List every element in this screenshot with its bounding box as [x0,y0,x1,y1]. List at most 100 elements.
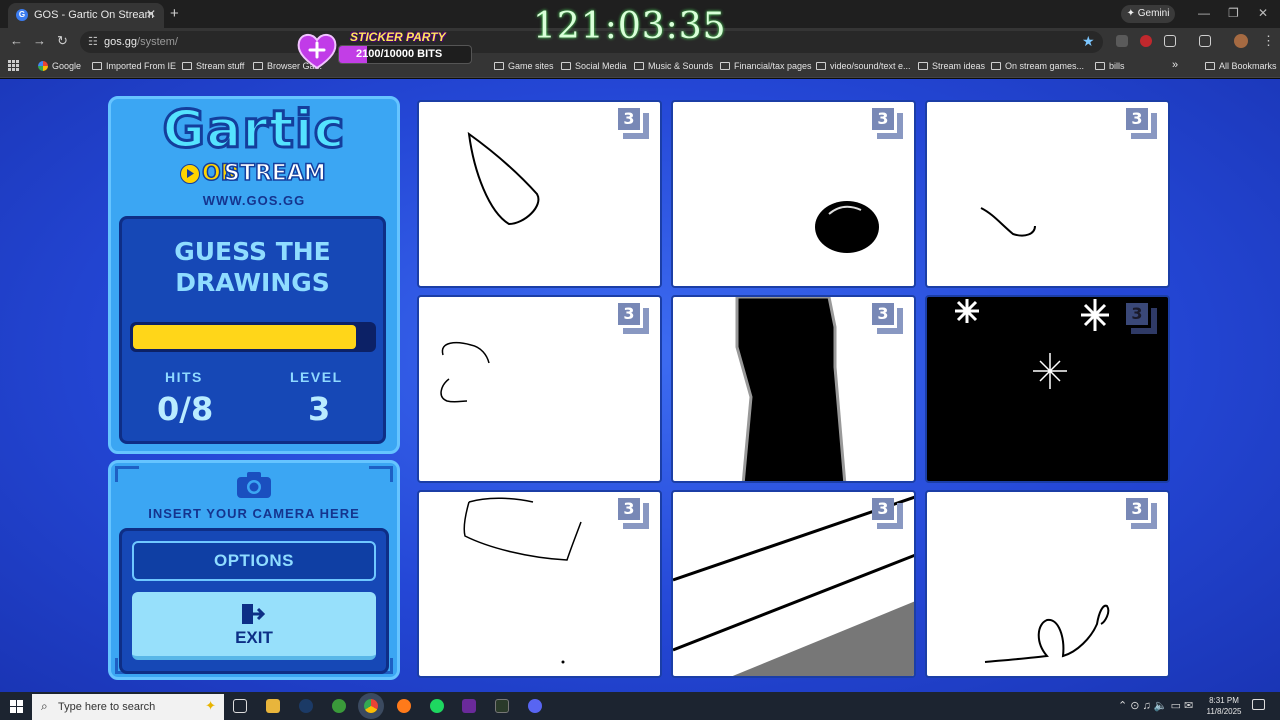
spotify-icon[interactable] [430,699,444,713]
forward-icon[interactable]: → [33,33,46,48]
bookmark-google[interactable]: Google [38,61,81,71]
bookmark-stream-ideas[interactable]: Stream ideas [918,61,985,71]
reload-icon[interactable]: ↻ [57,33,68,49]
sticker-party-title: STICKER PARTY [350,30,446,44]
chrome-icon[interactable] [364,699,378,713]
drawing-cell[interactable]: 3 [671,100,916,288]
bookmark-video-sound-text[interactable]: video/sound/text e... [816,61,911,71]
drawing-cell[interactable]: 3 [925,490,1170,678]
search-placeholder: Type here to search [58,701,156,713]
bookmark-stream-stuff[interactable]: Stream stuff [182,61,244,71]
minimize-icon[interactable]: — [1198,6,1210,20]
notifications-icon[interactable] [1252,699,1265,710]
maximize-icon[interactable]: ❐ [1228,6,1239,20]
round-badge: 3 [1126,108,1162,142]
round-timer-fill [133,325,356,349]
bookmark-music-sounds[interactable]: Music & Sounds [634,61,713,71]
all-bookmarks[interactable]: All Bookmarks [1205,61,1277,71]
menu-kebab-icon[interactable]: ⋮ [1262,33,1275,49]
folder-icon [720,62,730,70]
more-bookmarks-chevron-icon[interactable]: » [1172,59,1178,71]
excel-like-icon[interactable] [495,699,509,713]
mode-title-line2: DRAWINGS [175,268,330,297]
new-tab-button[interactable]: + [170,5,179,22]
bookmark-game-sites[interactable]: Game sites [494,61,554,71]
round-badge: 3 [872,303,908,337]
folder-icon [816,62,826,70]
folder-icon [1095,62,1105,70]
sparkle-icon: ✦ [205,698,216,713]
close-window-icon[interactable]: ✕ [1258,6,1268,20]
bookmark-on-stream-games[interactable]: On stream games... [991,61,1084,71]
hits-value: 0/8 [157,390,214,428]
bookmark-bills[interactable]: bills [1095,61,1125,71]
exit-label: EXIT [235,628,273,647]
drawing-cell[interactable]: 3 [417,100,662,288]
discord-icon[interactable] [528,699,542,713]
file-explorer-icon[interactable] [266,699,280,713]
obs-next-icon[interactable] [462,699,476,713]
windows-start-icon[interactable] [10,700,23,713]
hits-label: HITS [165,369,203,385]
play-circle-icon [180,164,200,184]
round-badge: 3 [872,498,908,532]
url-domain: gos.gg [104,36,138,48]
folder-icon [991,62,1001,70]
apps-grid-icon[interactable] [8,60,19,71]
drawing-cell[interactable]: 3 [671,490,916,678]
extensions-puzzle-icon[interactable] [1164,35,1176,47]
exit-door-icon [242,604,265,624]
options-button[interactable]: OPTIONS [132,541,376,581]
back-icon[interactable]: ← [10,33,23,48]
bookmark-social-media[interactable]: Social Media [561,61,627,71]
gartic-favicon-icon: G [16,9,28,21]
taskbar-clock[interactable]: 8:31 PM 11/8/2025 [1204,695,1244,717]
system-tray[interactable]: ⌃ ⊙ ♫ 🔈 ▭ ✉ [1118,699,1193,712]
folder-icon [1205,62,1215,70]
site-info-icon[interactable]: ☷ [88,35,98,48]
camera-icon [237,472,271,498]
xbox-icon[interactable] [332,699,346,713]
camera-frame-corner [115,466,139,482]
folder-icon [253,62,263,70]
taskbar-search-box[interactable]: ⌕ Type here to search ✦ [32,694,224,720]
level-value: 3 [308,390,331,428]
folder-icon [561,62,571,70]
firefox-icon[interactable] [397,699,411,713]
stream-timer: 121:03:35 [533,6,727,47]
gartic-logo: Gartic [161,99,346,162]
bookmark-star-icon[interactable]: ★ [1082,33,1095,50]
drawing-cell[interactable]: 3 [417,295,662,483]
round-badge: 3 [618,108,654,142]
side-panel-icon[interactable] [1199,35,1211,47]
clock-time: 8:31 PM [1209,696,1239,705]
drawing-cell[interactable]: 3 [925,295,1170,483]
close-tab-icon[interactable]: ✕ [146,7,156,21]
camera-frame-corner [369,466,393,482]
browser-tab[interactable]: G GOS - Gartic On Stream ✕ [8,3,164,28]
round-badge: 3 [618,303,654,337]
bits-count: 2100/10000 BITS [356,48,443,60]
bookmark-financial-tax[interactable]: Financial/tax pages [720,61,812,71]
level-label: LEVEL [290,369,343,385]
drawing-cell[interactable]: 3 [671,295,916,483]
extension-red-icon[interactable] [1140,35,1152,47]
folder-icon [92,62,102,70]
folder-icon [494,62,504,70]
google-icon [38,61,48,71]
search-icon: ⌕ [41,699,48,713]
drawing-cell[interactable]: 3 [925,100,1170,288]
round-badge: 3 [1126,303,1162,337]
task-view-icon[interactable] [233,699,247,713]
extension-t-icon[interactable] [1116,35,1128,47]
clock-date: 11/8/2025 [1206,707,1242,716]
drawing-cell[interactable]: 3 [417,490,662,678]
profile-avatar[interactable] [1234,34,1248,48]
folder-icon [918,62,928,70]
heart-plus-icon [297,34,337,70]
steam-icon[interactable] [299,699,313,713]
url-path: /system/ [137,36,178,48]
bookmark-imported-from-ie[interactable]: Imported From IE [92,61,176,71]
gemini-button[interactable]: ✦ Gemini [1121,5,1175,23]
logo-stream: STREAM [223,160,326,187]
